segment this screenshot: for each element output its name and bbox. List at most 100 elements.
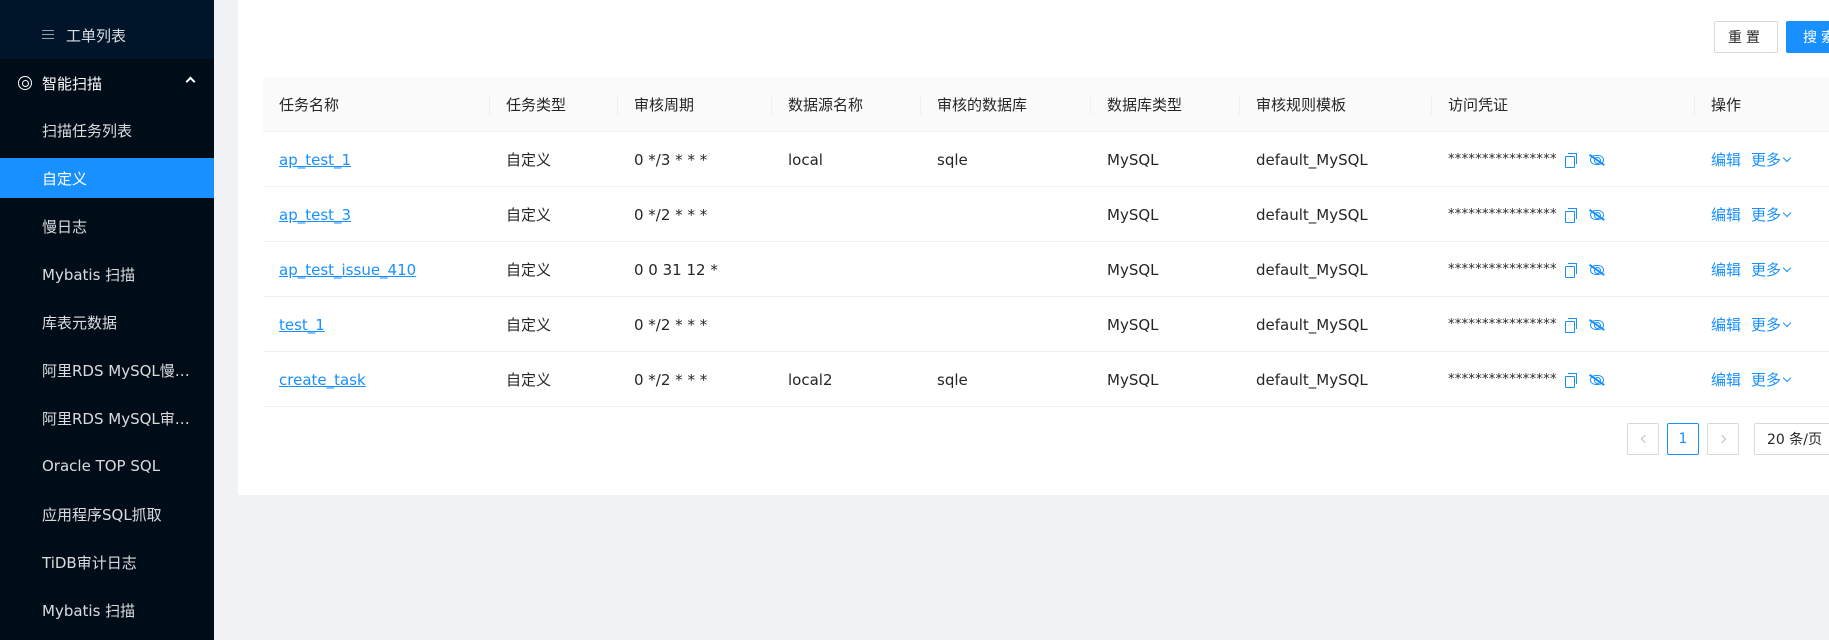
column-header-source: 数据源名称 [788,96,864,114]
sidebar-item-label: 阿里RDS MySQL审计... [42,409,192,428]
column-header-database: 审核的数据库 [937,96,1028,114]
credential-cell: **************** [1448,132,1604,187]
credential-value: **************** [1448,317,1557,332]
more-label: 更多 [1751,206,1782,224]
task-name-link[interactable]: create_task [279,371,366,389]
more-dropdown[interactable]: 更多 [1751,149,1792,170]
search-button[interactable]: 搜索 [1786,21,1829,53]
sidebar-group-smart-scan[interactable]: 智能扫描 [0,59,214,107]
copy-icon[interactable] [1564,373,1577,388]
task-name-link[interactable]: test_1 [279,316,325,334]
pagination-next-button[interactable] [1707,423,1739,455]
sidebar-item[interactable]: 阿里RDS MySQL审计... [0,398,214,438]
copy-icon[interactable] [1564,153,1577,168]
sidebar: 工单列表 智能扫描 扫描任务列表 自定义 慢日志 Mybatis 扫描 库表元数据 阿里R… [0,0,214,640]
task-name-link[interactable]: ap_test_3 [279,206,351,224]
sidebar-item-ticket-list[interactable]: 工单列表 [0,15,214,55]
task-name-cell: create_task [279,352,366,407]
table-row: ap_test_1 自定义 0 */3 * * * local sqle MySQL def… [263,132,1829,187]
pagination-prev-button[interactable] [1627,423,1659,455]
chevron-down-icon [1782,263,1792,272]
edit-link[interactable]: 编辑 [1711,369,1741,390]
sidebar-item-label: 扫描任务列表 [42,121,133,140]
eye-off-icon[interactable] [1589,319,1604,330]
copy-icon[interactable] [1564,208,1577,223]
sidebar-group-label: 智能扫描 [42,74,103,93]
chevron-up-icon [185,76,196,87]
rule-template-cell: default_MySQL [1256,260,1368,279]
sidebar-item[interactable]: 阿里RDS MySQL慢日志 [0,350,214,390]
edit-link[interactable]: 编辑 [1711,149,1741,170]
more-dropdown[interactable]: 更多 [1751,314,1792,335]
sidebar-item-label: 自定义 [42,169,88,188]
db-type-cell: MySQL [1107,260,1159,279]
eye-off-icon[interactable] [1589,374,1604,385]
task-name-cell: ap_test_issue_410 [279,242,416,297]
more-dropdown[interactable]: 更多 [1751,204,1792,225]
credential-cell: **************** [1448,352,1604,407]
eye-off-icon[interactable] [1589,264,1604,275]
sidebar-item-label: 慢日志 [42,217,88,236]
scan-icon [18,76,32,90]
task-type-cell: 自定义 [506,151,552,169]
credential-value: **************** [1448,372,1557,387]
sidebar-item[interactable]: Mybatis 扫描 [0,254,214,294]
chevron-down-icon [1782,373,1792,382]
credential-value: **************** [1448,152,1557,167]
db-type-cell: MySQL [1107,150,1159,169]
table-row: ap_test_issue_410 自定义 0 0 31 12 * MySQL defa… [263,242,1829,297]
edit-link[interactable]: 编辑 [1711,259,1741,280]
rule-template-cell: default_MySQL [1256,150,1368,169]
source-cell: local [788,150,823,169]
more-dropdown[interactable]: 更多 [1751,369,1792,390]
sidebar-item[interactable]: 应用程序SQL抓取 [0,494,214,534]
actions-cell: 编辑 更多 [1711,242,1792,297]
cycle-cell: 0 */3 * * * [634,150,708,169]
edit-link[interactable]: 编辑 [1711,314,1741,335]
task-type-cell: 自定义 [506,261,552,279]
task-name-link[interactable]: ap_test_issue_410 [279,261,416,279]
task-name-cell: ap_test_1 [279,132,351,187]
rule-template-cell: default_MySQL [1256,205,1368,224]
copy-icon[interactable] [1564,318,1577,333]
db-type-cell: MySQL [1107,205,1159,224]
pagination-page-1[interactable]: 1 [1667,423,1699,455]
sidebar-item[interactable]: TiDB审计日志 [0,542,214,582]
task-type-cell: 自定义 [506,316,552,334]
credential-value: **************** [1448,207,1557,222]
actions-cell: 编辑 更多 [1711,187,1792,242]
sidebar-item[interactable]: 扫描任务列表 [0,110,214,150]
chevron-right-icon [1717,434,1726,444]
chevron-down-icon [1782,153,1792,162]
edit-link[interactable]: 编辑 [1711,204,1741,225]
page-size-select[interactable]: 20 条/页 [1754,423,1829,455]
sidebar-item[interactable]: Mybatis 扫描 [0,590,214,630]
sidebar-item[interactable]: 慢日志 [0,206,214,246]
credential-cell: **************** [1448,187,1604,242]
column-header-credential: 访问凭证 [1448,96,1509,114]
reset-button[interactable]: 重置 [1714,21,1778,53]
sidebar-item-label: 阿里RDS MySQL慢日志 [42,361,192,380]
credential-cell: **************** [1448,297,1604,352]
eye-off-icon[interactable] [1589,209,1604,220]
column-header-actions: 操作 [1711,96,1742,114]
sidebar-item[interactable]: 自定义 [0,158,214,198]
source-cell: local2 [788,370,833,389]
column-header-rule-template: 审核规则模板 [1256,96,1347,114]
sidebar-item-label: Mybatis 扫描 [42,601,136,620]
sidebar-item[interactable]: 库表元数据 [0,302,214,342]
task-name-cell: ap_test_3 [279,187,351,242]
cycle-cell: 0 */2 * * * [634,315,708,334]
more-label: 更多 [1751,151,1782,169]
actions-cell: 编辑 更多 [1711,297,1792,352]
copy-icon[interactable] [1564,263,1577,278]
more-dropdown[interactable]: 更多 [1751,259,1792,280]
task-name-link[interactable]: ap_test_1 [279,151,351,169]
table-row: test_1 自定义 0 */2 * * * MySQL default_MySQL **… [263,297,1829,352]
column-header-task-name: 任务名称 [279,96,340,114]
eye-off-icon[interactable] [1589,154,1604,165]
database-cell: sqle [937,150,968,169]
cycle-cell: 0 */2 * * * [634,370,708,389]
sidebar-item[interactable]: Oracle TOP SQL [0,446,214,486]
table-header: 任务名称 任务类型 审核周期 数据源名称 审核的数据库 数据库类型 审核规则模板… [263,77,1829,132]
